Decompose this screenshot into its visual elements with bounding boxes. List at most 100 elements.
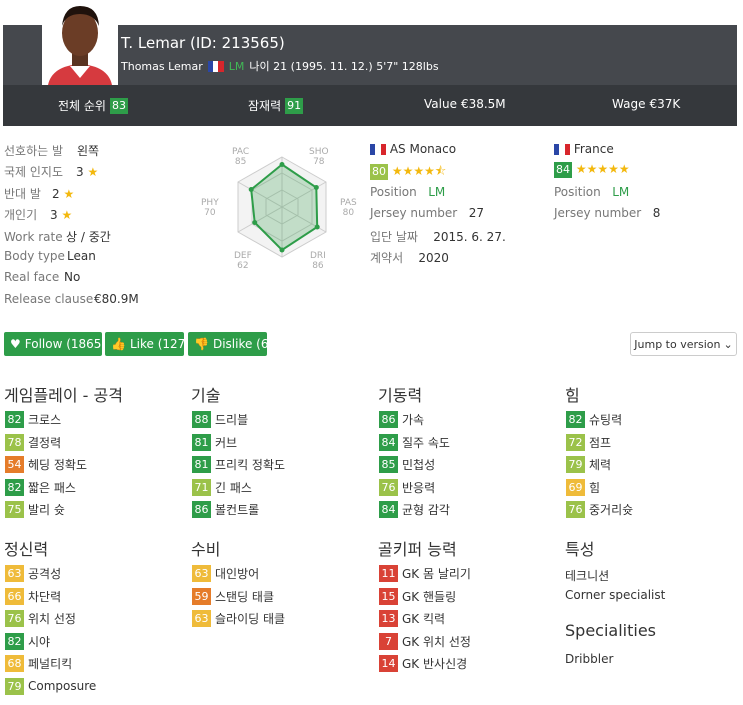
attribute-row: 69 힘 (566, 478, 601, 496)
club-position-row: Position LM (370, 185, 445, 199)
attribute-value-badge: 75 (5, 501, 24, 518)
attribute-value-badge: 54 (5, 456, 24, 473)
attribute-label: GK 킥력 (402, 612, 446, 626)
attribute-value-badge: 84 (379, 433, 398, 451)
club-rating-row: 80 ★★★★⯪ (370, 162, 446, 183)
attribute-label: 위치 선정 (28, 612, 76, 626)
attribute-row: 71 긴 패스 (192, 478, 252, 496)
market-value: Value €38.5M (424, 97, 506, 111)
attribute-value-badge: 63 (192, 565, 211, 582)
attribute-row: 85 민첩성 (379, 456, 435, 473)
attribute-label: 결정력 (28, 435, 62, 450)
info-label: Body type (4, 249, 65, 263)
attribute-row: 63 대인방어 (192, 565, 259, 582)
chevron-down-icon: ⌄ (723, 337, 733, 351)
jump-label: Jump to version (634, 337, 721, 351)
info-body-type: Body type Lean (4, 249, 96, 263)
info-value: 2 (52, 187, 60, 201)
jump-to-version-dropdown[interactable]: Jump to version ⌄ (630, 332, 737, 356)
national-jersey: 8 (652, 206, 661, 220)
attribute-label: GK 반사신경 (402, 657, 468, 671)
attribute-value-badge: 71 (192, 478, 211, 496)
attribute-label: 시야 (28, 634, 51, 649)
info-skill-moves: 개인기 3 ★ (4, 206, 72, 223)
attribute-value-badge: 88 (192, 411, 211, 428)
national-jersey-label: Jersey number (554, 206, 642, 220)
info-preferred-foot: 선호하는 발 왼쪽 (4, 142, 99, 159)
attribute-label: 스탠딩 태클 (215, 589, 275, 604)
star-icon: ★ (63, 187, 75, 201)
national-name[interactable]: France (574, 142, 614, 156)
attribute-label: 슈팅력 (589, 413, 623, 427)
follow-button[interactable]: ♥ Follow (1865) (4, 332, 106, 356)
info-value: €80.9M (94, 292, 139, 306)
info-label: Work rate (4, 230, 63, 244)
potential-label: 잠재력 (248, 99, 282, 113)
national-position-row: Position LM (554, 185, 629, 199)
club-joined-row: 입단 날짜 2015. 6. 27. (370, 228, 506, 245)
attribute-value-badge: 13 (379, 610, 398, 627)
overall-badge: 83 (109, 97, 128, 114)
attribute-row: 68 페널티킥 (5, 655, 72, 672)
attribute-label: 체력 (589, 458, 612, 472)
national-rating-row: 84 ★★★★★ (554, 162, 630, 178)
radar-point-def (252, 220, 258, 225)
attribute-value-badge: 82 (566, 411, 585, 428)
attribute-radar: PAC 85 SHO 78 PAS 80 DRI 86 DEF 62 PHY 70 (198, 143, 362, 273)
attribute-label: 가속 (402, 413, 425, 427)
national-position-label: Position (554, 185, 601, 199)
attribute-label: 크로스 (28, 413, 62, 427)
section-title-power: 힘 (565, 386, 580, 405)
info-work-rate: Work rate 상 / 중간 (4, 228, 111, 245)
section-title-movement: 기동력 (378, 386, 423, 405)
attribute-row: 63 공격성 (5, 565, 61, 582)
attribute-row: 14 GK 반사신경 (379, 655, 467, 672)
attribute-value-badge: 82 (5, 632, 24, 650)
club-name-row[interactable]: AS Monaco (370, 142, 456, 156)
attribute-label: 페널티킥 (28, 657, 73, 671)
player-age-size: 나이 21 (1995. 11. 12.) 5'7" 128lbs (249, 60, 439, 73)
attribute-value-badge: 86 (192, 501, 211, 518)
attribute-label: 헤딩 정확도 (28, 458, 88, 472)
attribute-row: 79 Composure (5, 677, 96, 695)
attribute-label: 차단력 (28, 589, 62, 604)
speciality-item: Dribbler (565, 652, 614, 666)
attribute-row: 82 슈팅력 (566, 411, 622, 428)
overall-rating: 전체 순위 83 (58, 97, 128, 114)
attribute-label: 커브 (215, 435, 238, 450)
wage-amount: €37K (649, 97, 681, 111)
section-title-goalkeeping: 골키퍼 능력 (378, 540, 457, 559)
attribute-row: 66 차단력 (5, 587, 62, 605)
attribute-value-badge: 76 (379, 478, 398, 496)
attribute-label: 힘 (589, 480, 601, 495)
player-avatar (42, 0, 118, 85)
player-position: LM (228, 59, 245, 73)
attribute-value-badge: 66 (5, 587, 24, 605)
attribute-label: 점프 (589, 435, 612, 450)
info-label: 반대 발 (4, 187, 41, 201)
wage: Wage €37K (612, 97, 680, 111)
club-contract: 2020 (418, 251, 449, 265)
club-name[interactable]: AS Monaco (390, 142, 456, 156)
attribute-label: 프리킥 정확도 (215, 458, 286, 472)
info-label: Release clause (4, 292, 94, 306)
attribute-row: 75 발리 슛 (5, 501, 65, 518)
attribute-label: 균형 감각 (402, 503, 450, 517)
info-weak-foot: 반대 발 2 ★ (4, 185, 74, 202)
attribute-label: 공격성 (28, 567, 62, 581)
attribute-label: 짧은 패스 (28, 480, 76, 495)
attribute-label: 긴 패스 (215, 480, 252, 495)
attribute-row: 88 드리블 (192, 411, 248, 428)
national-position: LM (612, 185, 630, 199)
thumbs-up-icon: 👍 (111, 337, 126, 351)
dislike-button[interactable]: 👎 Dislike (6) (188, 332, 273, 356)
radar-label-def: DEF 62 (234, 251, 252, 271)
potential-rating: 잠재력 91 (248, 97, 304, 114)
attribute-value-badge: 59 (192, 587, 211, 605)
radar-point-dri (279, 247, 285, 253)
attribute-value-badge: 82 (5, 411, 24, 428)
national-name-row[interactable]: France (554, 142, 614, 156)
like-button[interactable]: 👍 Like (127) (105, 332, 190, 356)
player-title: T. Lemar (ID: 213565) (121, 34, 285, 52)
france-flag-icon (554, 144, 570, 155)
